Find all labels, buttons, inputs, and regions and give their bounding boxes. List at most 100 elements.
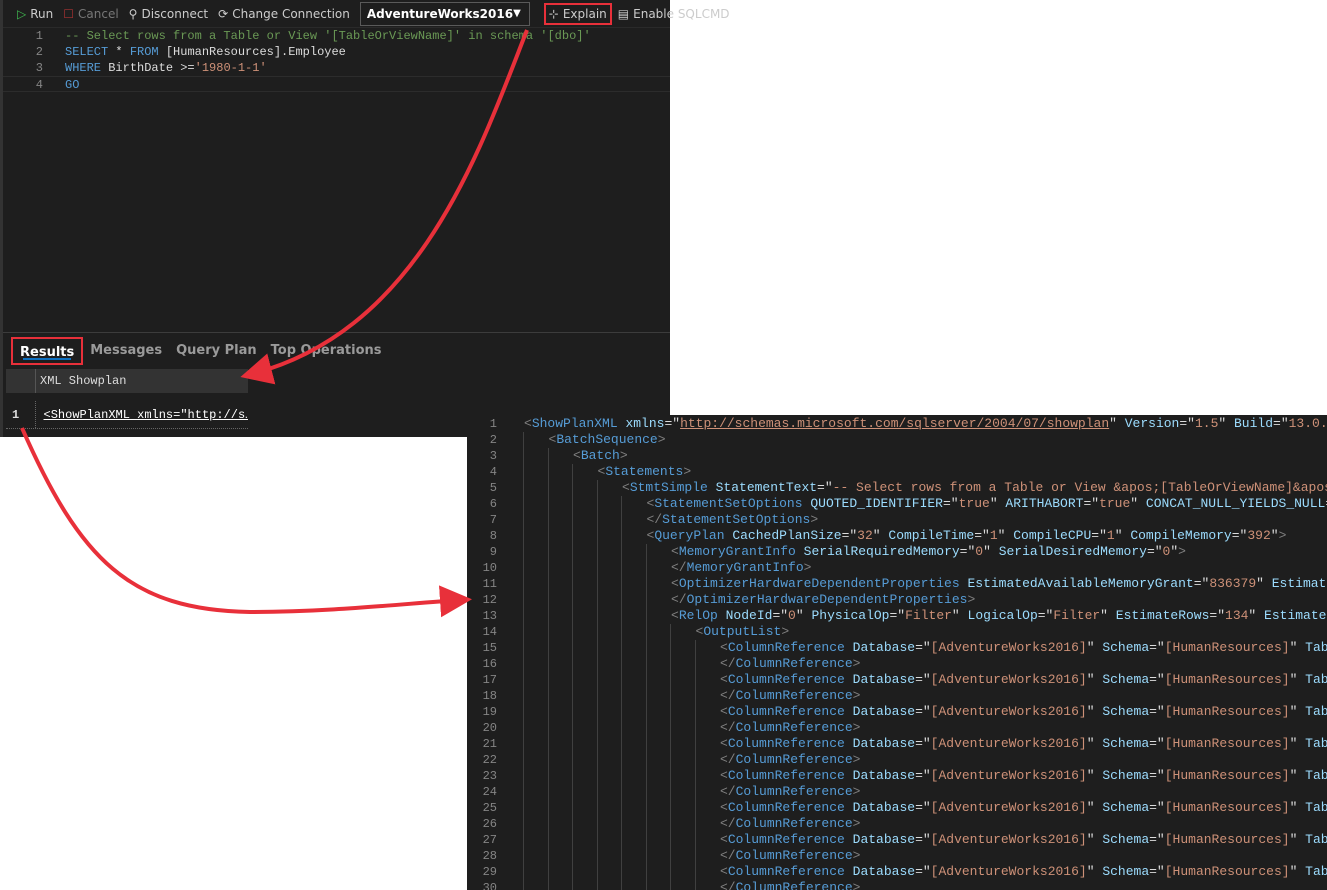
xml-text: <ColumnReference Database="[AdventureWor… [720,672,1327,688]
line-number: 17 [482,673,497,687]
xml-token: ColumnReference [727,672,845,687]
indent-guide [572,496,573,512]
xml-token: ShowPlanXML [531,416,618,431]
xml-token: ColumnReference [735,880,853,890]
indent-guide [645,608,647,624]
xml-token: =" [974,528,990,543]
indent-guide [547,656,549,672]
xml-token: Filter [905,608,952,623]
code-token: * [108,45,130,59]
xml-token: CompileCPU [1005,528,1092,543]
xml-showplan-link[interactable]: <ShowPlanXML xmlns="http://s… [36,408,248,422]
indent-guide [523,704,524,720]
tab-results[interactable]: Results [11,337,84,365]
hierarchy-icon: ⊹ [548,6,559,21]
xml-line: 30 </ColumnReference> [467,880,1327,890]
xml-token: LogicalOp [959,608,1038,623]
xml-token: ARITHABORT [997,496,1084,511]
sql-editor[interactable]: 1 -- Select rows from a Table or View '[T… [3,28,670,92]
indent-guide [596,480,598,496]
line-number: 3 [35,61,43,75]
line-number: 25 [482,801,497,815]
tab-messages[interactable]: Messages [83,337,169,365]
indent-guide [621,848,622,864]
indent-guide [572,800,573,816]
column-header[interactable]: XML Showplan [36,374,126,388]
xml-line: 11 <OptimizerHardwareDependentProperties … [467,576,1327,592]
explain-button[interactable]: ⊹ Explain [543,2,612,25]
xml-token: > [781,624,790,639]
indent-guide [523,832,524,848]
xml-line: 22 </ColumnReference> [467,752,1327,768]
database-select[interactable]: AdventureWorks2016 ▼ [359,1,530,26]
xml-token: ColumnReference [735,784,853,799]
row-number: 1 [6,401,36,428]
indent-guide [572,720,573,736]
xml-line: 23 <ColumnReference Database="[AdventureW… [467,768,1327,784]
line-number: 21 [482,737,497,751]
indent-guide [645,576,647,592]
indent-guide [621,704,622,720]
line-number: 26 [482,817,497,831]
run-button[interactable]: ▷ Run [17,7,53,21]
xml-token: Schema [1094,800,1150,815]
xml-token: < [573,448,581,463]
xml-token: Database [844,800,916,815]
xml-token: Schema [1094,736,1150,751]
xml-text: <Statements> [598,464,692,480]
tab-top-operations[interactable]: Top Operations [264,337,389,365]
xml-line: 6 <StatementSetOptions QUOTED_IDENTIFIER=… [467,496,1327,512]
xml-token: </ [720,816,736,831]
code-token: WHERE [65,61,102,75]
indent-guide [523,784,524,800]
xml-token: [HumanResources] [1164,768,1290,783]
xml-token: ColumnReference [735,848,853,863]
indent-guide [547,784,549,800]
indent-guide [645,832,647,848]
xml-token: xmlns [617,416,665,431]
indent-guide [621,816,622,832]
indent-guide [621,512,622,528]
xml-token: Database [844,640,916,655]
xml-text: <Batch> [573,448,628,464]
indent-guide [670,640,671,656]
indent-guide [645,544,647,560]
cancel-button[interactable]: ☐ Cancel [63,7,118,21]
indent-guide [621,832,622,848]
indent-guide [670,672,671,688]
indent-guide [596,624,598,640]
xml-token: ColumnReference [727,704,845,719]
disconnect-button[interactable]: ⚲ Disconnect [129,7,208,21]
indent-guide [670,688,671,704]
xml-token: [AdventureWorks2016] [930,672,1087,687]
xml-token: < [671,576,679,591]
indent-guide [523,880,524,890]
xml-showplan-editor[interactable]: 1 <ShowPlanXML xmlns="http://schemas.micr… [467,415,1327,890]
indent-guide [572,880,573,890]
xml-token: [AdventureWorks2016] [930,704,1087,719]
xml-token: 134 [1225,608,1249,623]
change-connection-button[interactable]: ⟳ Change Connection [218,7,350,21]
change-connection-label: Change Connection [232,6,350,21]
line-number: 30 [482,881,497,890]
xml-token: > [852,720,861,735]
indent-guide [572,544,573,560]
code-token: BirthDate >= [101,61,195,75]
xml-token: =" [1273,416,1289,431]
indent-guide [572,480,573,496]
indent-guide [523,512,524,528]
line-number: 28 [482,849,497,863]
xml-token: [HumanResources] [1164,800,1290,815]
xml-token: =" [915,864,931,879]
xml-token: ColumnReference [735,720,853,735]
play-icon: ▷ [17,6,27,21]
xml-text: <ColumnReference Database="[AdventureWor… [720,864,1327,880]
enable-sqlcmd-button[interactable]: ▤ Enable SQLCMD [618,7,730,21]
xml-text: <OptimizerHardwareDependentProperties Es… [671,576,1327,592]
indent-guide [547,592,549,608]
indent-guide [523,560,524,576]
line-number: 7 [489,513,497,527]
indent-guide [670,832,671,848]
tab-query-plan[interactable]: Query Plan [169,337,264,365]
xml-token: < [720,736,728,751]
